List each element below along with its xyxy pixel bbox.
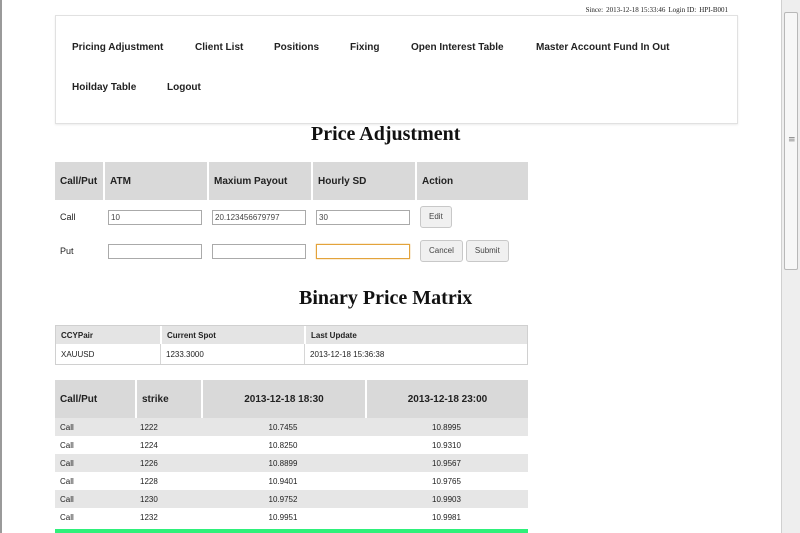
price-matrix-table: Call/Put strike 2013-12-18 18:30 2013-12… xyxy=(55,380,528,526)
row-price-2: 10.8995 xyxy=(365,418,528,436)
put-hourly-sd-input[interactable] xyxy=(316,243,410,259)
col-strike: strike xyxy=(135,380,201,418)
price-adjustment-title: Price Adjustment xyxy=(311,123,461,145)
row-type: Call xyxy=(60,512,74,522)
call-label: Call xyxy=(60,212,76,222)
row-price-1: 10.9951 xyxy=(268,512,298,522)
table-row: Call 1228 10.9401 10.9765 xyxy=(55,472,528,490)
put-max-payout-input[interactable] xyxy=(212,243,306,259)
current-spot-value: 1233.3000 xyxy=(160,344,304,364)
call-row: Call Edit xyxy=(55,200,528,234)
col-atm: ATM xyxy=(103,162,207,200)
nav-fixing[interactable]: Fixing xyxy=(350,42,379,53)
row-strike: 1230 xyxy=(135,490,201,508)
window-left-border xyxy=(0,0,2,533)
call-hourly-sd-input[interactable] xyxy=(316,209,410,225)
col-current-spot: Current Spot xyxy=(160,326,304,344)
login-value: HPI-B001 xyxy=(699,6,728,14)
col-expiry-2: 2013-12-18 23:00 xyxy=(365,380,528,418)
call-atm-input[interactable] xyxy=(108,209,202,225)
col-hourly-sd: Hourly SD xyxy=(311,162,415,200)
grip-icon: ≡ xyxy=(788,135,796,145)
row-type: Call xyxy=(55,418,135,436)
session-info: Since: 2013-12-18 15:33:46 Login ID: HPI-B0… xyxy=(583,6,728,14)
col-expiry-1: 2013-12-18 18:30 xyxy=(201,380,365,418)
call-max-payout-input[interactable] xyxy=(212,209,306,225)
since-label: Since: xyxy=(585,6,604,14)
row-price-2: 10.9567 xyxy=(365,454,528,472)
put-atm-input[interactable] xyxy=(108,243,202,259)
row-strike: 1228 xyxy=(140,476,158,486)
spot-table: CCYPair Current Spot Last Update XAUUSD … xyxy=(55,325,528,365)
row-strike: 1226 xyxy=(135,454,201,472)
table-row: Call 1230 10.9752 10.9903 xyxy=(55,490,528,508)
col-call-put: Call/Put xyxy=(55,380,135,418)
submit-button[interactable]: Submit xyxy=(465,240,509,262)
row-type: Call xyxy=(55,454,135,472)
table-row: Call 1222 10.7455 10.8995 xyxy=(55,418,528,436)
nav-positions[interactable]: Positions xyxy=(274,42,319,53)
row-type: Call xyxy=(60,440,74,450)
last-update-value: 2013-12-18 15:36:38 xyxy=(304,344,527,364)
binary-matrix-title: Binary Price Matrix xyxy=(299,287,473,309)
row-price-1: 10.9752 xyxy=(201,490,365,508)
col-last-update: Last Update xyxy=(304,326,527,344)
matrix-header-row: Call/Put strike 2013-12-18 18:30 2013-12… xyxy=(55,380,528,418)
put-label: Put xyxy=(60,246,74,256)
nav-pricing-adjustment[interactable]: Pricing Adjustment xyxy=(72,42,163,53)
nav-client-list[interactable]: Client List xyxy=(195,42,243,53)
ccypair-value: XAUUSD xyxy=(61,349,95,359)
col-max-payout: Maxium Payout xyxy=(207,162,311,200)
table-row: Call 1226 10.8899 10.9567 xyxy=(55,454,528,472)
col-call-put: Call/Put xyxy=(55,162,103,200)
price-adjustment-table: Call/Put ATM Maxium Payout Hourly SD Act… xyxy=(55,162,528,268)
table-row: Call 1232 10.9951 10.9981 xyxy=(55,508,528,526)
cancel-button[interactable]: Cancel xyxy=(420,240,463,262)
row-price-2: 10.9765 xyxy=(432,476,461,486)
nav-open-interest-table[interactable]: Open Interest Table xyxy=(411,42,504,53)
row-price-1: 10.8899 xyxy=(201,454,365,472)
row-type: Call xyxy=(55,490,135,508)
put-row: Put Cancel Submit xyxy=(55,234,528,268)
col-action: Action xyxy=(415,162,528,200)
nav-logout[interactable]: Logout xyxy=(167,82,201,93)
edit-button[interactable]: Edit xyxy=(420,206,452,228)
row-price-2: 10.9903 xyxy=(365,490,528,508)
spot-header-row: CCYPair Current Spot Last Update xyxy=(56,326,527,344)
row-strike: 1222 xyxy=(135,418,201,436)
row-price-1: 10.8250 xyxy=(268,440,298,450)
table-row: Call 1224 10.8250 10.9310 xyxy=(55,436,528,454)
main-nav: Pricing Adjustment Client List Positions… xyxy=(55,15,738,124)
scrollbar-thumb[interactable]: ≡ xyxy=(784,12,798,270)
vertical-scrollbar[interactable]: ≡ xyxy=(781,0,800,533)
col-ccypair: CCYPair xyxy=(56,326,160,344)
row-strike: 1232 xyxy=(140,512,158,522)
row-price-1: 10.9401 xyxy=(268,476,298,486)
since-value: 2013-12-18 15:33:46 xyxy=(606,6,666,14)
row-price-2: 10.9310 xyxy=(432,440,461,450)
highlighted-row-bar[interactable] xyxy=(55,529,528,533)
login-label: Login ID: xyxy=(668,6,697,14)
nav-holiday-table[interactable]: Hoilday Table xyxy=(72,82,136,93)
table-header-row: Call/Put ATM Maxium Payout Hourly SD Act… xyxy=(55,162,528,200)
row-type: Call xyxy=(60,476,74,486)
spot-row: XAUUSD 1233.3000 2013-12-18 15:36:38 xyxy=(56,344,527,364)
nav-master-account-fund[interactable]: Master Account Fund In Out xyxy=(536,42,670,53)
row-price-1: 10.7455 xyxy=(201,418,365,436)
row-price-2: 10.9981 xyxy=(432,512,461,522)
row-strike: 1224 xyxy=(140,440,158,450)
